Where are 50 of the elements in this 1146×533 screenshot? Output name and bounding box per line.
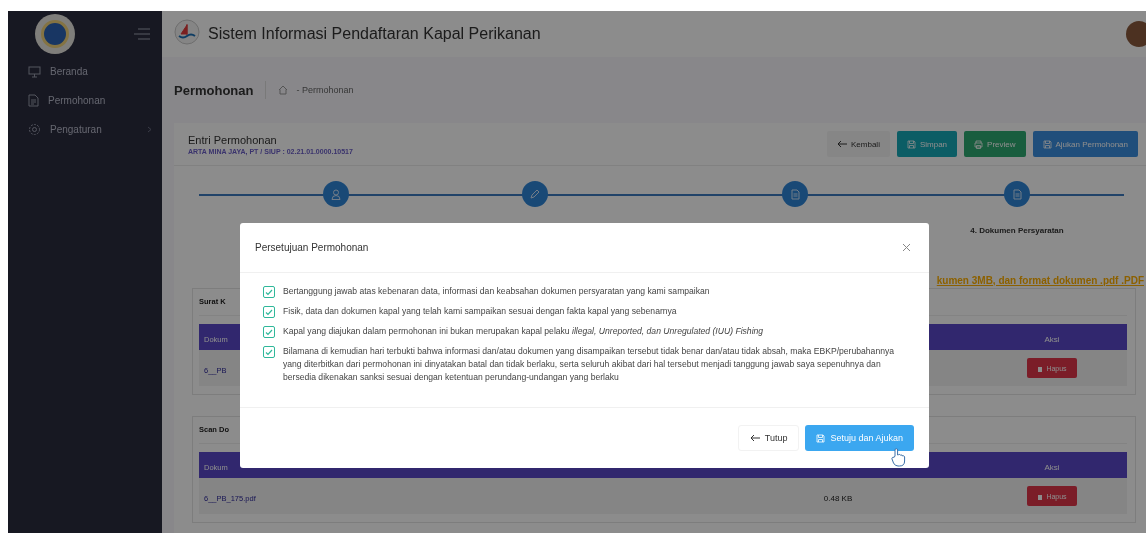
submit-button[interactable]: Ajukan Permohonan (1032, 131, 1138, 157)
sidebar-item[interactable]: Beranda (8, 57, 162, 86)
card-title: Entri Permohonan (188, 133, 278, 146)
arrow-left-icon (837, 140, 847, 148)
trash-icon (1037, 364, 1044, 372)
close-button[interactable]: Tutup (737, 425, 800, 451)
sidebar-item[interactable]: Permohonan (8, 86, 162, 115)
save-icon (906, 139, 916, 149)
column-header: Aksi (1044, 463, 1060, 472)
document-icon (790, 188, 800, 200)
column-header: Aksi (1044, 335, 1060, 344)
step-circle[interactable] (522, 181, 548, 207)
trash-icon (1037, 492, 1044, 500)
emblem-logo (35, 14, 75, 54)
document-icon (28, 94, 39, 107)
dialog-title: Persetujuan Permohonan (255, 242, 369, 253)
app-title: Sistem Informasi Pendaftaran Kapal Perikanan (208, 25, 542, 43)
agree-submit-button[interactable]: Setuju dan Ajukan (805, 425, 914, 451)
page-title: Permohonan (174, 82, 254, 98)
step-circle[interactable] (782, 181, 808, 207)
step-label: 4. Dokumen Persyaratan (970, 226, 1064, 235)
agreement-text: Fisik, data dan dokumen kapal yang telah kami sampaikan sesuai dengan fakta kapal yang sebenarnya (283, 305, 677, 318)
checkbox[interactable] (263, 286, 275, 298)
printer-icon (974, 139, 984, 149)
step-circle[interactable] (323, 181, 349, 207)
checkbox[interactable] (263, 346, 275, 358)
save-button[interactable]: Simpan (896, 131, 958, 157)
agreement-text: Kapal yang diajukan dalam permohonan ini bukan merupakan kapal pelaku illegal, Unreported, dan Unregulated (IUU) Fishing (283, 325, 764, 338)
checkbox[interactable] (263, 306, 275, 318)
breadcrumb-item: - Permohonan (296, 85, 354, 95)
upload-notice: kumen 3MB, dan format dokumen .pdf .PDF (936, 274, 1144, 286)
sidebar-item[interactable]: Pengaturan (8, 115, 162, 144)
agreement-text: Bilamana di kemudian hari terbukti bahwa informasi dan/atau dokumen yang disampaikan tersebut tidak benar dan/atau tidak absah, maka EBKP/perubahannya yang diterbitkan dari permohonan ini dinyatakan batal dan tidak berlaku, serta seluruh akibat dari hal tersebut menjadi tanggung jawab saya sepenuhnya dan bersedia dikenakan sanksi sesuai dengan ketentuan perundang-undangan yang berlaku (283, 345, 895, 384)
back-button[interactable]: Kembali (827, 131, 890, 157)
settings-icon (28, 123, 41, 136)
preview-button[interactable]: Preview (964, 131, 1026, 157)
home-icon[interactable] (278, 85, 289, 95)
monitor-icon (28, 65, 41, 78)
document-icon (1012, 188, 1022, 200)
arrow-left-icon (749, 434, 760, 442)
save-icon (1042, 139, 1052, 149)
pencil-icon (530, 189, 540, 199)
checkbox[interactable] (263, 326, 275, 338)
close-icon[interactable] (902, 243, 911, 252)
user-icon (331, 188, 341, 200)
save-icon (816, 433, 826, 443)
step-circle[interactable] (1004, 181, 1030, 207)
table-cell: 0.48 KB (823, 494, 853, 503)
avatar[interactable] (1126, 21, 1146, 47)
menu-icon[interactable] (134, 28, 150, 40)
